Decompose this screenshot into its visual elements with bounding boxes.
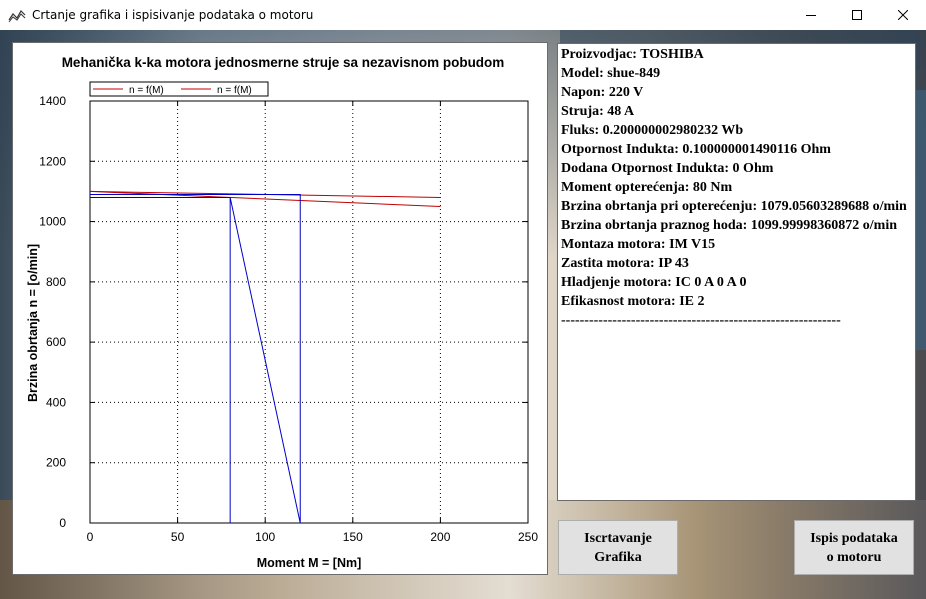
y-tick-label: 800 bbox=[46, 275, 66, 289]
info-line: Zastita motora: IP 43 bbox=[561, 256, 689, 271]
y-tick-label: 1000 bbox=[39, 215, 66, 229]
minimize-icon bbox=[806, 15, 816, 16]
maximize-button[interactable] bbox=[834, 0, 880, 30]
window-title: Crtanje grafika i ispisivanje podataka o… bbox=[32, 8, 314, 22]
y-tick-label: 1400 bbox=[39, 94, 66, 108]
chart-line-icon bbox=[8, 10, 26, 23]
print-data-button-label-1: Ispis podataka bbox=[810, 530, 898, 546]
info-line: Hladjenje motora: IC 0 A 0 A 0 bbox=[561, 275, 747, 290]
info-line: Efikasnost motora: IE 2 bbox=[561, 294, 705, 309]
info-line: Brzina obrtanja pri opterećenju: 1079.05… bbox=[561, 199, 907, 214]
maximize-icon bbox=[852, 10, 862, 20]
info-line: Proizvodjac: TOSHIBA bbox=[561, 47, 704, 62]
info-line: Montaza motora: IM V15 bbox=[561, 237, 716, 252]
chart: Mehanička k-ka motora jednosmerne struje… bbox=[26, 55, 538, 570]
y-axis-label: Brzina obrtanja n = [o/min] bbox=[26, 244, 40, 402]
y-tick-label: 400 bbox=[46, 395, 66, 409]
info-line: Brzina obrtanja praznog hoda: 1099.99998… bbox=[561, 218, 898, 233]
print-data-button-label-2: o motoru bbox=[826, 549, 882, 565]
y-tick-label: 1200 bbox=[39, 154, 66, 168]
motor-info-panel: Proizvodjac: TOSHIBA Model: shue-849 Napon… bbox=[557, 43, 916, 501]
info-line: Dodana Otpornost Indukta: 0 Ohm bbox=[561, 161, 774, 176]
client-area: Mehanička k-ka motora jednosmerne struje… bbox=[0, 30, 926, 599]
close-icon bbox=[898, 10, 908, 20]
x-tick-label: 250 bbox=[518, 530, 538, 544]
info-line: Otpornost Indukta: 0.100000001490116 Ohm bbox=[561, 142, 831, 157]
chart-title: Mehanička k-ka motora jednosmerne struje… bbox=[62, 55, 505, 70]
x-tick-label: 200 bbox=[430, 530, 450, 544]
y-tick-label: 600 bbox=[46, 335, 66, 349]
info-line: Struja: 48 A bbox=[561, 104, 635, 119]
x-tick-label: 0 bbox=[87, 530, 94, 544]
info-line: ----------------------------------------… bbox=[561, 313, 841, 328]
plot-chart-button-label-2: Grafika bbox=[594, 549, 642, 565]
info-line: Fluks: 0.200000002980232 Wb bbox=[561, 123, 744, 138]
x-tick-label: 50 bbox=[171, 530, 185, 544]
x-tick-label: 150 bbox=[343, 530, 363, 544]
legend-label: n = f(M) bbox=[217, 85, 252, 96]
series-line bbox=[90, 193, 301, 524]
motor-info-list: Proizvodjac: TOSHIBA Model: shue-849 Napon… bbox=[561, 45, 907, 330]
info-line: Napon: 220 V bbox=[561, 85, 644, 100]
x-axis-label: Moment M = [Nm] bbox=[257, 556, 362, 570]
info-line: Moment opterećenja: 80 Nm bbox=[561, 180, 733, 195]
title-bar: Crtanje grafika i ispisivanje podataka o… bbox=[0, 0, 926, 30]
plot-chart-button-label-1: Iscrtavanje bbox=[584, 530, 652, 546]
close-button[interactable] bbox=[880, 0, 926, 30]
y-tick-label: 0 bbox=[59, 516, 66, 530]
y-tick-label: 200 bbox=[46, 456, 66, 470]
plot-chart-button[interactable]: Iscrtavanje Grafika bbox=[558, 520, 678, 575]
plot-frame bbox=[89, 100, 529, 524]
print-data-button[interactable]: Ispis podataka o motoru bbox=[794, 520, 914, 575]
info-line: Model: shue-849 bbox=[561, 66, 661, 81]
legend-label: n = f(M) bbox=[129, 85, 164, 96]
minimize-button[interactable] bbox=[788, 0, 834, 30]
chart-panel: Mehanička k-ka motora jednosmerne struje… bbox=[12, 42, 548, 575]
x-tick-label: 100 bbox=[255, 530, 275, 544]
